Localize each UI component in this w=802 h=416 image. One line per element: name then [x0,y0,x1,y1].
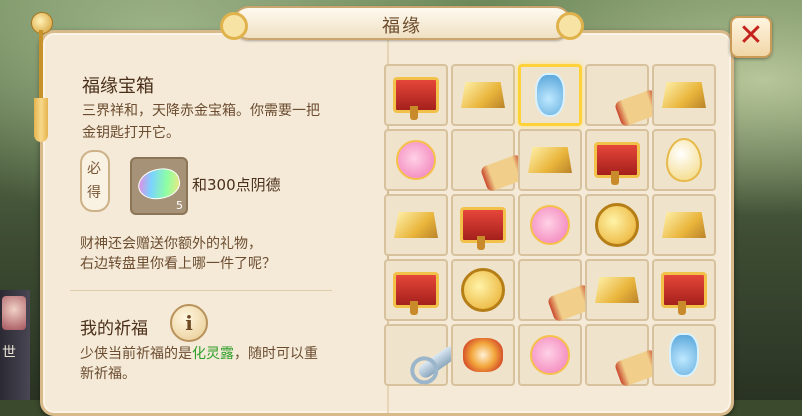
vase-icon [669,333,699,377]
lucky-bag-icon [396,140,436,180]
lucky-bag-icon [530,205,570,245]
prize-cell[interactable] [652,259,716,321]
prize-cell[interactable] [518,194,582,256]
character-avatar[interactable] [2,296,26,330]
blessing-item-name: 化灵露 [192,346,234,362]
side-label: 世 [2,345,16,361]
prize-cell[interactable] [518,324,582,386]
gold-ingot-icon [595,277,639,303]
gold-ingot-icon [461,82,505,108]
gold-ingot-icon [528,147,572,173]
gold-coin-icon [461,268,505,312]
hammer-icon [393,77,439,120]
vase-icon [535,73,565,117]
prize-cell[interactable] [451,194,515,256]
hammer-icon [661,272,707,315]
window-title: 福缘 [382,16,422,37]
prize-cell[interactable] [652,324,716,386]
prize-cell[interactable] [451,259,515,321]
flower-token-icon [463,338,503,372]
prize-cell[interactable] [652,194,716,256]
prize-cell[interactable] [652,129,716,191]
tassel-decoration [28,0,54,150]
title-ribbon: 福缘 [220,6,584,40]
gold-ingot-icon [662,212,706,238]
reward-text: 和300点阴德 [192,176,281,194]
prize-cell[interactable] [585,194,649,256]
prize-cell[interactable] [384,324,461,386]
rainbow-bean-icon [134,164,184,204]
prize-cell[interactable] [518,129,582,191]
blessing-heading: 我的祈福 [80,319,148,339]
reward-item-slot[interactable]: 5 [130,157,188,215]
prize-cell[interactable] [518,259,596,323]
prize-cell[interactable] [585,64,663,128]
treasure-description: 三界祥和，天降赤金宝箱。你需要一把金钥匙打开它。 [82,103,320,141]
prize-grid [384,64,720,400]
prize-cell[interactable] [384,259,448,321]
prize-cell[interactable] [384,194,448,256]
gold-ingot-icon [394,212,438,238]
extra-gift-text: 财神还会赠送你额外的礼物， 右边转盘里你看上哪一件了呢？ [80,236,276,272]
prize-cell[interactable] [518,64,582,126]
blessing-text: 少侠当前祈福的是化灵露，随时可以重新祈福。 [80,346,318,382]
prize-cell[interactable] [384,64,448,126]
prize-cell[interactable] [585,259,649,321]
lucky-bag-icon [530,335,570,375]
must-get-badge: 必 得 [80,150,110,212]
treasure-heading: 福缘宝箱 [82,76,154,97]
prize-cell[interactable] [384,129,448,191]
gold-ingot-icon [662,82,706,108]
hammer-icon [460,207,506,250]
reward-count: 5 [176,199,183,212]
prize-cell[interactable] [451,324,515,386]
gold-coin-icon [595,203,639,247]
section-divider [70,290,332,291]
hammer-icon [594,142,640,185]
hammer-icon [393,272,439,315]
prize-cell[interactable] [652,64,716,126]
side-character-strip: 世 [0,290,30,400]
info-button[interactable]: i [170,304,208,342]
prize-cell[interactable] [585,324,663,388]
prize-cell[interactable] [585,129,649,191]
prize-cell[interactable] [451,64,515,126]
egg-icon [666,138,702,182]
close-button[interactable]: ✕ [730,16,772,58]
prize-cell[interactable] [451,129,529,193]
